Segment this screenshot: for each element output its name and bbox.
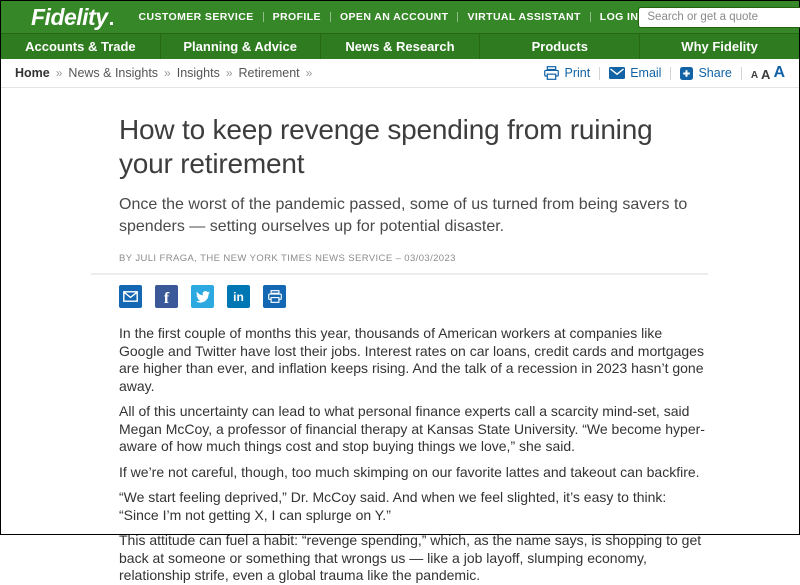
article-paragraph: If we’re not careful, though, too much s… [119, 463, 700, 480]
printer-icon [544, 66, 560, 80]
breadcrumb: Home » News & Insights » Insights » Reti… [15, 66, 318, 80]
font-size-medium-button[interactable]: A [761, 68, 770, 81]
article-byline: BY JULI FRAGA, THE NEW YORK TIMES NEWS S… [119, 253, 456, 264]
utility-links: CUSTOMER SERVICE PROFILE OPEN AN ACCOUNT… [139, 11, 639, 23]
print-button[interactable]: Print [544, 66, 590, 80]
breadcrumb-news-insights[interactable]: News & Insights [68, 66, 158, 80]
breadcrumb-separator: » [55, 66, 63, 80]
breadcrumb-home[interactable]: Home [15, 66, 50, 80]
article-paragraph: All of this uncertainty can lead to what… [119, 403, 705, 454]
nav-item-products[interactable]: Products [479, 34, 639, 59]
twitter-bird-glyph [195, 290, 210, 303]
share-button[interactable]: Share [680, 66, 732, 80]
breadcrumb-insights[interactable]: Insights [177, 66, 220, 80]
linkedin-icon[interactable]: in [227, 285, 250, 308]
font-size-small-button[interactable]: A [751, 71, 758, 81]
print-label: Print [564, 66, 591, 80]
article-subtitle: Once the worst of the pandemic passed, s… [119, 196, 688, 235]
fidelity-logo[interactable]: Fidelity [31, 4, 113, 30]
link-profile[interactable]: PROFILE [273, 11, 321, 23]
email-button[interactable]: Email [609, 66, 661, 80]
nav-item-why-fidelity[interactable]: Why Fidelity [639, 34, 799, 59]
divider [589, 12, 591, 22]
link-virtual-assistant[interactable]: VIRTUAL ASSISTANT [467, 11, 580, 23]
link-open-an-account[interactable]: OPEN AN ACCOUNT [340, 11, 448, 23]
article-body: In the first couple of months this year,… [91, 325, 708, 585]
divider [599, 66, 601, 80]
breadcrumb-separator: » [305, 66, 313, 80]
font-size-large-button[interactable]: A [773, 65, 785, 81]
search-bar [638, 6, 800, 28]
top-header: Fidelity CUSTOMER SERVICE PROFILE OPEN A… [1, 1, 800, 33]
logo-registered-dot [109, 22, 113, 25]
main-nav: Accounts & Trade Planning & Advice News … [1, 33, 799, 59]
envelope-icon [123, 291, 138, 302]
article-paragraph: “We start feeling deprived,” Dr. McCoy s… [119, 489, 667, 523]
divider [91, 273, 708, 275]
social-share-row: f in [119, 285, 708, 308]
share-plus-icon [680, 66, 694, 80]
share-print-button[interactable] [263, 285, 286, 308]
share-label: Share [698, 66, 732, 80]
divider [329, 12, 331, 22]
page: Fidelity CUSTOMER SERVICE PROFILE OPEN A… [0, 0, 800, 583]
divider [262, 12, 264, 22]
breadcrumb-separator: » [164, 66, 171, 80]
article-paragraph: This attitude can fuel a habit: “revenge… [119, 532, 702, 583]
link-log-in[interactable]: LOG IN [600, 11, 639, 23]
page-tools: Print Email Share A A A [544, 65, 785, 81]
divider [670, 66, 672, 80]
twitter-icon[interactable] [191, 285, 214, 308]
facebook-f-glyph: f [163, 289, 170, 307]
facebook-icon[interactable]: f [155, 285, 178, 308]
divider [740, 66, 742, 80]
search-input[interactable] [638, 6, 800, 28]
linkedin-in-glyph: in [233, 289, 244, 304]
article-title: How to keep revenge spending from ruinin… [119, 114, 653, 179]
printer-icon [267, 290, 282, 303]
share-email-button[interactable] [119, 285, 142, 308]
nav-item-accounts-trade[interactable]: Accounts & Trade [1, 34, 160, 59]
nav-item-news-research[interactable]: News & Research [319, 34, 480, 59]
envelope-icon [609, 67, 626, 79]
fidelity-logo-text: Fidelity [31, 4, 108, 30]
article: How to keep revenge spending from ruinin… [91, 113, 708, 585]
divider [457, 12, 459, 22]
breadcrumb-separator: » [225, 66, 233, 80]
font-size-controls: A A A [751, 65, 785, 82]
breadcrumb-retirement[interactable]: Retirement [239, 66, 300, 80]
link-customer-service[interactable]: CUSTOMER SERVICE [139, 11, 254, 23]
email-label: Email [630, 66, 662, 80]
breadcrumb-bar: Home » News & Insights » Insights » Reti… [1, 59, 799, 88]
article-paragraph: In the first couple of months this year,… [119, 325, 704, 394]
nav-item-planning-advice[interactable]: Planning & Advice [159, 34, 320, 59]
